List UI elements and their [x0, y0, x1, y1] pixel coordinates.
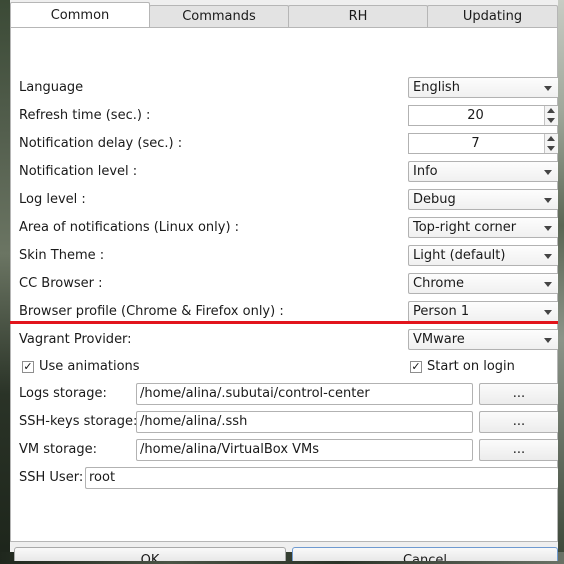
notification-level-select[interactable]: Info	[408, 161, 558, 182]
ssh-keys-storage-browse-button[interactable]: ...	[479, 411, 558, 433]
use-animations-checkbox[interactable]: ✓	[22, 361, 34, 373]
vm-storage-label: VM storage:	[19, 442, 98, 457]
notification-level-value: Info	[413, 164, 438, 179]
cc-browser-value: Chrome	[413, 276, 464, 291]
logs-storage-browse-button[interactable]: ...	[479, 383, 558, 405]
ssh-user-value: root	[89, 470, 116, 485]
chevron-down-icon	[544, 226, 552, 231]
spin-up-icon[interactable]	[547, 136, 555, 141]
language-value: English	[413, 80, 460, 95]
log-level-select[interactable]: Debug	[408, 189, 558, 210]
tab-updating[interactable]: Updating	[427, 5, 558, 27]
start-on-login-checkbox[interactable]: ✓	[410, 361, 422, 373]
vagrant-provider-select[interactable]: VMware	[408, 329, 558, 350]
log-level-label: Log level :	[19, 192, 86, 207]
tab-bar: Common Commands RH Updating	[10, 0, 558, 28]
chevron-down-icon	[544, 254, 552, 259]
chevron-down-icon	[544, 282, 552, 287]
vm-storage-value: /home/alina/VirtualBox VMs	[140, 442, 320, 457]
refresh-time-label: Refresh time (sec.) :	[19, 108, 151, 123]
chevron-down-icon	[544, 310, 552, 315]
browser-profile-value: Person 1	[413, 304, 470, 319]
skin-theme-select[interactable]: Light (default)	[408, 245, 558, 266]
refresh-time-value: 20	[467, 108, 484, 123]
refresh-time-spinbox[interactable]: 20	[408, 105, 558, 126]
chevron-down-icon	[544, 198, 552, 203]
notification-area-value: Top-right corner	[413, 220, 517, 235]
skin-theme-label: Skin Theme :	[19, 248, 105, 263]
vagrant-provider-label: Vagrant Provider:	[19, 332, 132, 347]
notification-area-select[interactable]: Top-right corner	[408, 217, 558, 238]
desktop-background-right	[558, 0, 564, 564]
highlight-underline	[10, 321, 558, 324]
browser-profile-label: Browser profile (Chrome & Firefox only) …	[19, 304, 284, 319]
ssh-user-input[interactable]: root	[85, 467, 558, 489]
logs-storage-input[interactable]: /home/alina/.subutai/control-center	[136, 383, 473, 405]
chevron-down-icon	[544, 170, 552, 175]
notification-delay-spinbox[interactable]: 7	[408, 133, 558, 154]
dialog-button-bar: OK Cancel	[10, 542, 558, 561]
tab-common[interactable]: Common	[10, 2, 150, 28]
spin-up-icon[interactable]	[547, 108, 555, 113]
ssh-keys-storage-label: SSH-keys storage:	[19, 414, 138, 429]
cc-browser-select[interactable]: Chrome	[408, 273, 558, 294]
vm-storage-browse-button[interactable]: ...	[479, 439, 558, 461]
notification-area-label: Area of notifications (Linux only) :	[19, 220, 240, 235]
notification-delay-label: Notification delay (sec.) :	[19, 136, 183, 151]
vagrant-provider-value: VMware	[413, 332, 465, 347]
language-select[interactable]: English	[408, 77, 558, 98]
logs-storage-label: Logs storage:	[19, 386, 107, 401]
start-on-login-label: Start on login	[427, 359, 515, 374]
log-level-value: Debug	[413, 192, 456, 207]
settings-dialog: Common Commands RH Updating Language Eng…	[10, 0, 558, 561]
skin-theme-value: Light (default)	[413, 248, 506, 263]
spin-buttons[interactable]	[544, 106, 558, 125]
spin-down-icon[interactable]	[547, 118, 555, 123]
spin-down-icon[interactable]	[547, 146, 555, 151]
ok-button[interactable]: OK	[14, 547, 286, 561]
desktop-background-left	[0, 0, 10, 564]
language-label: Language	[19, 80, 84, 95]
logs-storage-value: /home/alina/.subutai/control-center	[140, 386, 370, 401]
ssh-keys-storage-input[interactable]: /home/alina/.ssh	[136, 411, 473, 433]
tab-rh[interactable]: RH	[288, 5, 428, 27]
ssh-keys-storage-value: /home/alina/.ssh	[140, 414, 248, 429]
chevron-down-icon	[544, 86, 552, 91]
tab-commands[interactable]: Commands	[149, 5, 289, 27]
cc-browser-label: CC Browser :	[19, 276, 103, 291]
vm-storage-input[interactable]: /home/alina/VirtualBox VMs	[136, 439, 473, 461]
use-animations-label: Use animations	[39, 359, 140, 374]
chevron-down-icon	[544, 338, 552, 343]
notification-delay-value: 7	[471, 136, 480, 151]
notification-level-label: Notification level :	[19, 164, 138, 179]
ssh-user-label: SSH User:	[19, 470, 84, 485]
spin-buttons[interactable]	[544, 134, 558, 153]
browser-profile-select[interactable]: Person 1	[408, 301, 558, 322]
cancel-button[interactable]: Cancel	[292, 547, 558, 561]
